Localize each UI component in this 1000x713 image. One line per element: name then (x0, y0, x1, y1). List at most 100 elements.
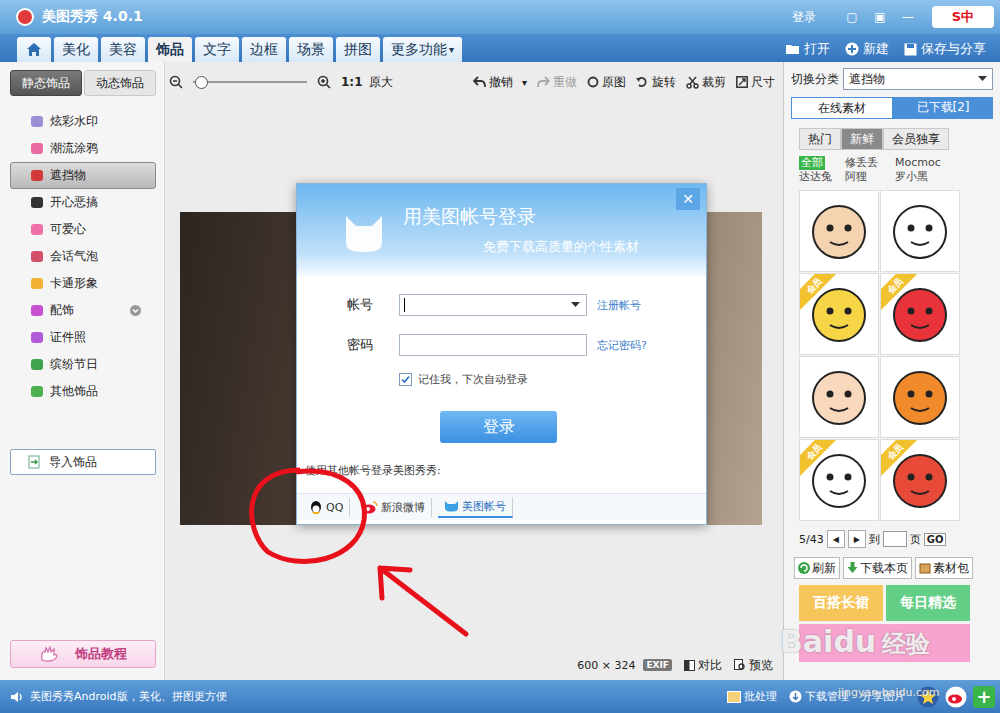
compare-button[interactable]: 对比 (684, 657, 722, 674)
sidebar-item[interactable]: 开心恶搞 (10, 189, 156, 216)
sidebar-item[interactable]: 其他饰品 (10, 378, 156, 405)
filter-button[interactable]: 会员独享 (883, 128, 949, 150)
close-button[interactable]: ✕ (676, 188, 700, 210)
new-button[interactable]: 新建 (839, 36, 895, 62)
sidebar-item[interactable]: 缤纷节日 (10, 351, 156, 378)
material-tabs: 在线素材已下载[2] (791, 97, 993, 119)
home-tab[interactable] (17, 37, 51, 62)
main-tab[interactable]: 场景 (289, 37, 333, 62)
editor-area: 1:1 原大撤销▾重做原图旋转裁剪尺寸600 × 324EXIF对比预览用美图帐… (165, 62, 783, 680)
zoom-out-icon[interactable] (169, 75, 183, 89)
download-manager-button[interactable]: 下载管理 (789, 689, 849, 704)
sidebar-item[interactable]: 可爱心 (10, 216, 156, 243)
next-page-button[interactable]: ▶ (848, 530, 866, 548)
main-tab[interactable]: 边框 (242, 37, 286, 62)
window-control[interactable]: ▣ (870, 10, 890, 24)
promo-banner[interactable]: 百搭长裙 (799, 585, 883, 621)
zoom-slider-thumb[interactable] (195, 76, 208, 89)
redo-button[interactable]: 重做 (537, 74, 577, 91)
sticker-item[interactable] (799, 356, 879, 438)
sidebar-tab[interactable]: 动态饰品 (84, 70, 156, 96)
crop-button[interactable]: 裁剪 (686, 74, 726, 91)
main-tab[interactable]: 文字 (195, 37, 239, 62)
sidebar-item[interactable]: 配饰 (10, 297, 156, 324)
account-field[interactable] (399, 294, 587, 316)
share-image-button[interactable]: 分享图片 (861, 689, 905, 704)
zoom-in-icon[interactable] (317, 75, 331, 89)
checkbox[interactable] (399, 373, 412, 386)
undo-button[interactable]: 撤销▾ (473, 74, 527, 91)
sidebar-item[interactable]: 卡通形象 (10, 270, 156, 297)
page-input[interactable] (883, 531, 907, 547)
zoom-slider[interactable] (189, 76, 311, 88)
category-icon (31, 116, 43, 127)
sidebar-item[interactable]: 会话气泡 (10, 243, 156, 270)
login-link[interactable]: 登录 (792, 9, 816, 26)
window-control[interactable]: ▢ (842, 10, 862, 24)
add-button[interactable]: + (973, 686, 995, 708)
provider-tab[interactable]: QQ (303, 498, 350, 517)
filter-button[interactable]: 新鲜 (841, 128, 883, 150)
author-link[interactable]: 达达兔 (799, 170, 845, 184)
sticker-item[interactable] (880, 190, 960, 272)
refresh-button[interactable]: 刷新 (794, 557, 840, 579)
prev-page-button[interactable]: ◀ (827, 530, 845, 548)
preview-button[interactable]: 预览 (734, 657, 773, 674)
save-share-button[interactable]: 保存与分享 (898, 36, 992, 62)
author-link[interactable]: 全部 (799, 156, 825, 170)
author-link[interactable]: Mocmoc (895, 156, 955, 170)
sidebar-item[interactable]: 遮挡物 (10, 162, 156, 189)
filter-button[interactable]: 热门 (799, 128, 841, 150)
category-select[interactable]: 遮挡物 (843, 68, 993, 90)
sticker-item[interactable] (799, 190, 879, 272)
main-tab[interactable]: 饰品 (148, 37, 192, 62)
main-tab[interactable]: 拼图 (336, 37, 380, 62)
more-tab[interactable]: 更多功能▾ (383, 37, 462, 62)
promo-banner[interactable] (799, 624, 970, 662)
download-page-button[interactable]: 下载本页 (843, 557, 912, 579)
material-tab[interactable]: 在线素材 (791, 97, 893, 118)
exif-button[interactable]: EXIF (643, 659, 672, 671)
promo-banner[interactable]: 每日精选 (886, 585, 970, 621)
sticker-item[interactable]: 会员 (880, 439, 960, 521)
sidebar-item[interactable]: 炫彩水印 (10, 108, 156, 135)
author-link[interactable]: 阿狸 (845, 170, 895, 184)
author-link[interactable]: 罗小黑 (895, 170, 955, 184)
sticker-item[interactable]: 会员 (799, 439, 879, 521)
sidebar-tab[interactable]: 静态饰品 (10, 70, 82, 96)
import-button[interactable]: 导入饰品 (10, 449, 156, 475)
sidebar-item[interactable]: 证件照 (10, 324, 156, 351)
actual-size-button[interactable]: 1:1 原大 (341, 74, 393, 91)
expand-icon[interactable] (130, 305, 141, 316)
ime-badge[interactable]: S中 (932, 6, 994, 28)
main-tab[interactable]: 美化 (54, 37, 98, 62)
star-icon[interactable] (917, 686, 939, 708)
sticker-item[interactable]: 会员 (799, 273, 879, 355)
batch-button[interactable]: 批处理 (727, 689, 777, 704)
category-icon (31, 305, 43, 316)
dropdown-arrow-icon[interactable] (571, 302, 580, 308)
provider-tab[interactable]: 美图帐号 (438, 497, 513, 518)
sticker-item[interactable] (880, 356, 960, 438)
go-button[interactable]: GO (924, 533, 947, 546)
forgot-password-link[interactable]: 忘记密码? (597, 338, 647, 353)
window-control[interactable]: — (898, 10, 918, 24)
sticker-item[interactable]: 会员 (880, 273, 960, 355)
material-pack-button[interactable]: 素材包 (915, 557, 973, 579)
material-tab[interactable]: 已下载[2] (893, 97, 993, 118)
rotate-button[interactable]: 旋转 (636, 74, 676, 91)
provider-tab[interactable]: 新浪微博 (356, 498, 432, 517)
register-link[interactable]: 注册帐号 (597, 298, 641, 313)
main-tab[interactable]: 美容 (101, 37, 145, 62)
password-field[interactable] (399, 334, 587, 356)
original-button[interactable]: 原图 (587, 74, 626, 91)
tutorial-button[interactable]: 饰品教程 (10, 640, 156, 668)
author-link[interactable]: 修丢丢 (845, 156, 895, 170)
open-button[interactable]: 打开 (779, 36, 836, 62)
login-button[interactable]: 登录 (440, 411, 557, 443)
weibo-icon[interactable] (945, 686, 967, 708)
size-button[interactable]: 尺寸 (736, 74, 775, 91)
sidebar-item[interactable]: 潮流涂鸦 (10, 135, 156, 162)
status-message[interactable]: 美图秀秀Android版，美化、拼图更方便 (30, 689, 227, 704)
remember-checkbox[interactable]: 记住我，下次自动登录 (399, 372, 706, 387)
